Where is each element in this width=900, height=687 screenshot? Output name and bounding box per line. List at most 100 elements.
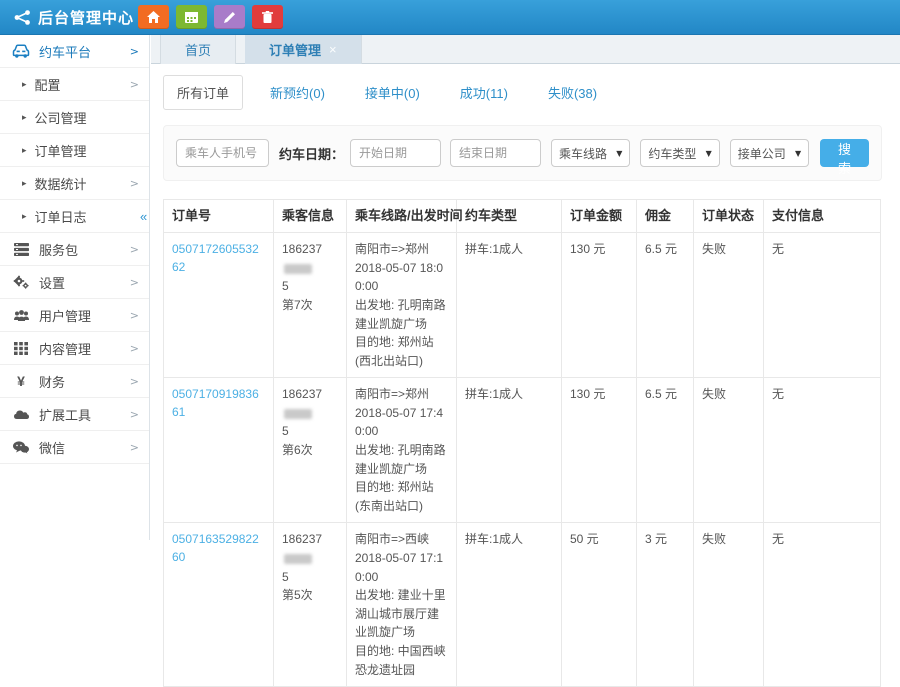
booking-type-cell: 拼车:1成人 — [457, 523, 562, 687]
start-date-input[interactable] — [350, 139, 441, 167]
sidebar-item-content-mgmt[interactable]: 内容管理 > — [0, 332, 149, 365]
sidebar-item-label: 订单管理 — [35, 141, 139, 160]
cloud-icon — [12, 408, 30, 420]
sidebar-item-label: 服务包 — [39, 240, 130, 259]
calendar-icon — [185, 11, 198, 23]
sidebar-item-order-log[interactable]: ▸ 订单日志 — [0, 200, 149, 233]
passenger-cell: 186237 5 第7次 — [274, 233, 347, 378]
caret-right-icon: ▸ — [22, 79, 27, 90]
tab-order-management[interactable]: 订单管理 × — [245, 35, 362, 64]
sidebar-item-extensions[interactable]: 扩展工具 > — [0, 398, 149, 431]
booking-type-select[interactable]: 约车类型 ▼ — [640, 139, 719, 167]
yen-icon: ¥ — [12, 373, 30, 389]
sidebar-item-ride-platform[interactable]: 约车平台 > — [0, 35, 149, 68]
departure-place: 出发地: 建业十里湖山城市展厅建业凯旋广场 — [355, 586, 448, 642]
passenger-cell: 186237 5 第6次 — [274, 378, 347, 523]
end-date-input[interactable] — [450, 139, 541, 167]
chevron-right-icon: > — [130, 243, 139, 256]
caret-right-icon: ▸ — [22, 112, 27, 123]
commission-cell: 6.5 元 — [637, 233, 694, 378]
caret-right-icon: ▸ — [22, 145, 27, 156]
order-no-cell: 050717091983661 — [164, 378, 274, 523]
filter-tab-accepting[interactable]: 接单中(0) — [352, 76, 433, 109]
route-select[interactable]: 乘车线路 ▼ — [551, 139, 630, 167]
sidebar-item-statistics[interactable]: ▸ 数据统计 > — [0, 167, 149, 200]
topbar-quick-buttons — [138, 5, 283, 29]
sidebar-item-label: 用户管理 — [39, 306, 130, 325]
order-no-line1: 0507170919836 — [172, 387, 259, 401]
tab-home[interactable]: 首页 — [160, 35, 236, 64]
ride-count: 第5次 — [282, 586, 338, 605]
destination-place: 目的地: 郑州站(东南出站口) — [355, 478, 448, 515]
orders-table: 订单号 乘客信息 乘车线路/出发时间 约车类型 订单金额 佣金 订单状态 支付信… — [163, 199, 881, 687]
sidebar-item-label: 公司管理 — [35, 108, 139, 127]
sidebar: 约车平台 > ▸ 配置 > ▸ 公司管理 ▸ 订单管理 ▸ 数据统计 > ▸ 订… — [0, 35, 150, 540]
delete-button[interactable] — [252, 5, 283, 29]
car-icon — [12, 44, 30, 58]
chevron-right-icon: > — [130, 342, 139, 355]
passenger-phone-input[interactable] — [176, 139, 269, 167]
close-icon[interactable]: × — [329, 42, 337, 57]
order-number-link[interactable]: 050717091983661 — [172, 385, 265, 421]
departure-place: 出发地: 孔明南路建业凯旋广场 — [355, 296, 448, 333]
filter-tab-failed[interactable]: 失败(38) — [535, 76, 610, 109]
search-button[interactable]: 搜索 — [820, 139, 869, 167]
amount-cell: 50 元 — [562, 523, 637, 687]
table-row: 050717091983661 186237 5 第6次 南阳市=>郑州 201… — [164, 378, 881, 523]
company-select[interactable]: 接单公司 ▼ — [730, 139, 809, 167]
order-no-line1: 0507172605532 — [172, 242, 259, 256]
filter-tab-success[interactable]: 成功(11) — [447, 76, 521, 109]
departure-time: 2018-05-07 18:00:00 — [355, 259, 448, 296]
sidebar-item-company-mgmt[interactable]: ▸ 公司管理 — [0, 101, 149, 134]
chevron-right-icon: > — [130, 309, 139, 322]
status-cell: 失败 — [694, 523, 764, 687]
chevron-right-icon: > — [130, 177, 139, 190]
tab-strip: 首页 订单管理 × — [151, 35, 900, 64]
passenger-cell: 186237 5 第5次 — [274, 523, 347, 687]
phone-blur — [284, 264, 312, 274]
sidebar-item-settings[interactable]: 设置 > — [0, 266, 149, 299]
table-header-row: 订单号 乘客信息 乘车线路/出发时间 约车类型 订单金额 佣金 订单状态 支付信… — [164, 200, 881, 233]
payment-cell: 无 — [764, 523, 881, 687]
chevron-right-icon: > — [130, 276, 139, 289]
phone-prefix: 186237 — [282, 387, 322, 401]
chevron-right-icon: > — [130, 408, 139, 421]
departure-time: 2018-05-07 17:40:00 — [355, 404, 448, 441]
company-select-value: 接单公司 — [738, 145, 786, 162]
amount-cell: 130 元 — [562, 233, 637, 378]
sidebar-item-user-mgmt[interactable]: 用户管理 > — [0, 299, 149, 332]
col-order-amount: 订单金额 — [562, 200, 637, 233]
chevron-right-icon: > — [130, 441, 139, 454]
sidebar-collapse-icon[interactable]: « — [140, 210, 147, 223]
sidebar-item-order-mgmt[interactable]: ▸ 订单管理 — [0, 134, 149, 167]
sidebar-item-service-packages[interactable]: 服务包 > — [0, 233, 149, 266]
app-logo: 后台管理中心 — [0, 7, 128, 28]
chevron-right-icon: > — [130, 375, 139, 388]
destination-place: 目的地: 郑州站(西北出站口) — [355, 333, 448, 370]
sidebar-item-label: 配置 — [35, 75, 130, 94]
order-no-line1: 0507163529822 — [172, 532, 259, 546]
filter-tab-new-reservations[interactable]: 新预约(0) — [257, 76, 338, 109]
chevron-right-icon: > — [130, 78, 139, 91]
booking-type-cell: 拼车:1成人 — [457, 378, 562, 523]
payment-cell: 无 — [764, 233, 881, 378]
order-no-cell: 050717260553262 — [164, 233, 274, 378]
gears-icon — [12, 275, 30, 289]
sidebar-item-wechat[interactable]: 微信 > — [0, 431, 149, 464]
calendar-button[interactable] — [176, 5, 207, 29]
sidebar-item-config[interactable]: ▸ 配置 > — [0, 68, 149, 101]
phone-blur — [284, 554, 312, 564]
search-filter-panel: 约车日期： 乘车线路 ▼ 约车类型 ▼ 接单公司 ▼ 搜索 — [163, 125, 882, 181]
col-order-no: 订单号 — [164, 200, 274, 233]
order-number-link[interactable]: 050716352982260 — [172, 530, 265, 566]
sidebar-item-label: 约车平台 — [39, 42, 130, 61]
order-number-link[interactable]: 050717260553262 — [172, 240, 265, 276]
col-commission: 佣金 — [637, 200, 694, 233]
route-select-value: 乘车线路 — [559, 145, 607, 162]
filter-tab-all-orders[interactable]: 所有订单 — [163, 75, 243, 110]
grid-icon — [12, 342, 30, 355]
edit-button[interactable] — [214, 5, 245, 29]
col-payment-info: 支付信息 — [764, 200, 881, 233]
sidebar-item-finance[interactable]: ¥ 财务 > — [0, 365, 149, 398]
home-button[interactable] — [138, 5, 169, 29]
